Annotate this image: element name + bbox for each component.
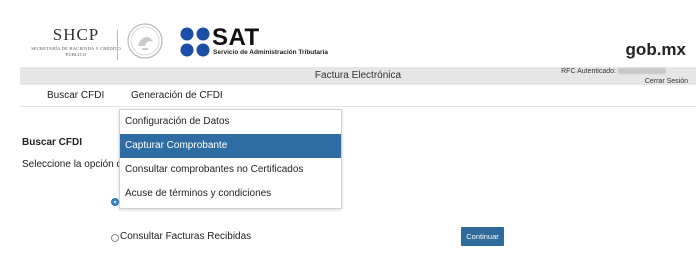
nav-item-buscar-cfdi[interactable]: Buscar CFDI bbox=[47, 90, 104, 101]
rfc-redacted-value bbox=[618, 68, 666, 75]
continue-button[interactable]: Continuar bbox=[461, 227, 504, 246]
radio-consultar-recibidas-label: Consultar Facturas Recibidas bbox=[120, 231, 252, 242]
radio-option-1[interactable] bbox=[111, 198, 119, 206]
header-divider bbox=[117, 30, 118, 60]
radio-consultar-recibidas[interactable] bbox=[111, 234, 119, 242]
shcp-logo-text: SHCP bbox=[52, 25, 100, 44]
rfc-authenticated: RFC Autenticado: bbox=[561, 68, 666, 75]
menu-item-acuse-terminos[interactable]: Acuse de términos y condiciones bbox=[120, 182, 341, 206]
eagle-seal-icon bbox=[127, 23, 163, 59]
shcp-logo: SHCP SECRETARÍA DE HACIENDA Y CRÉDITO PÚ… bbox=[30, 26, 122, 58]
nav-item-generacion-cfdi[interactable]: Generación de CFDI bbox=[131, 90, 223, 101]
main-nav: Buscar CFDI Generación de CFDI bbox=[20, 86, 696, 106]
sat-dots-icon bbox=[180, 27, 210, 57]
rfc-label: RFC Autenticado: bbox=[561, 68, 616, 75]
section-title: Buscar CFDI bbox=[22, 137, 83, 148]
menu-item-configuracion-datos[interactable]: Configuración de Datos bbox=[120, 110, 341, 134]
shcp-logo-subtitle: SECRETARÍA DE HACIENDA Y CRÉDITO PÚBLICO bbox=[31, 46, 121, 57]
logout-link[interactable]: Cerrar Sesión bbox=[645, 78, 688, 85]
sat-logo-subtitle: Servicio de Administración Tributaria bbox=[213, 49, 328, 56]
nav-divider bbox=[20, 106, 696, 107]
gobmx-logo[interactable]: gob.mx bbox=[626, 40, 686, 60]
generacion-cfdi-dropdown: Configuración de Datos Capturar Comproba… bbox=[119, 109, 342, 209]
menu-item-consultar-no-certificados[interactable]: Consultar comprobantes no Certificados bbox=[120, 158, 341, 182]
instructions-text: Seleccione la opción de bbox=[22, 159, 128, 170]
menu-item-capturar-comprobante[interactable]: Capturar Comprobante bbox=[120, 134, 341, 158]
sat-logo-text: SAT bbox=[212, 24, 260, 51]
